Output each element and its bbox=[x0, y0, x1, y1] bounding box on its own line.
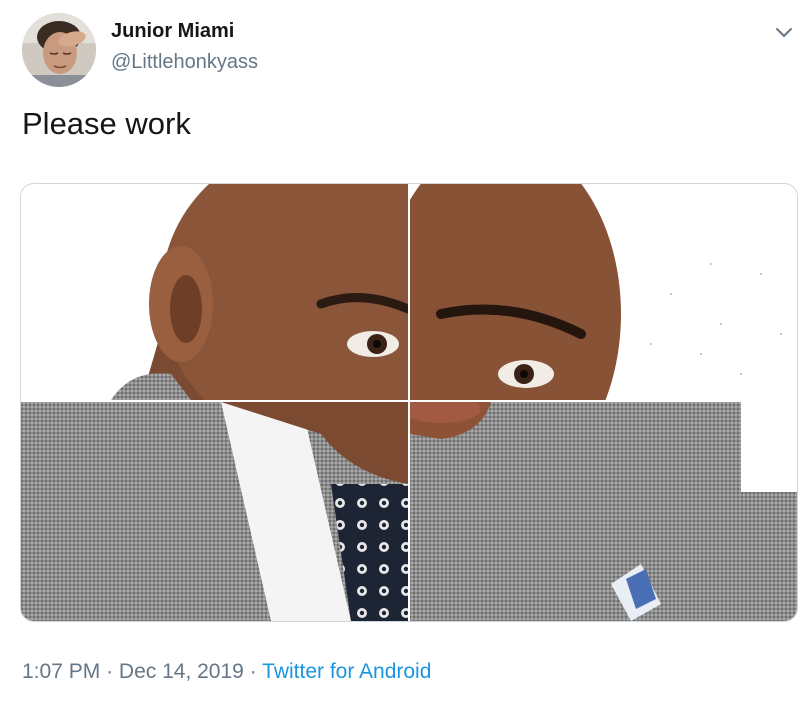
grid-image-bottom-right[interactable] bbox=[401, 395, 797, 621]
meta-separator: · bbox=[249, 660, 257, 683]
tweet-metadata: 1:07 PM · Dec 14, 2019 · Twitter for And… bbox=[22, 658, 431, 686]
tweet-menu-button[interactable] bbox=[772, 20, 796, 44]
photo-grid-icon bbox=[21, 184, 797, 621]
meta-separator: · bbox=[106, 660, 114, 683]
profile-photo-icon bbox=[22, 13, 96, 87]
tweet-photo-grid[interactable] bbox=[20, 183, 798, 622]
avatar[interactable] bbox=[22, 13, 96, 87]
user-display-name[interactable]: Junior Miami bbox=[111, 18, 234, 44]
tweet-source-link[interactable]: Twitter for Android bbox=[262, 660, 431, 683]
tweet-text: Please work bbox=[22, 106, 191, 141]
grid-image-bottom-left[interactable] bbox=[21, 402, 408, 621]
user-handle[interactable]: @Littlehonkyass bbox=[111, 49, 258, 75]
tweet-card: Junior Miami @Littlehonkyass Please work bbox=[0, 0, 810, 701]
tweet-time[interactable]: 1:07 PM bbox=[22, 660, 100, 683]
tweet-date[interactable]: Dec 14, 2019 bbox=[119, 660, 244, 683]
chevron-down-icon bbox=[776, 28, 792, 37]
